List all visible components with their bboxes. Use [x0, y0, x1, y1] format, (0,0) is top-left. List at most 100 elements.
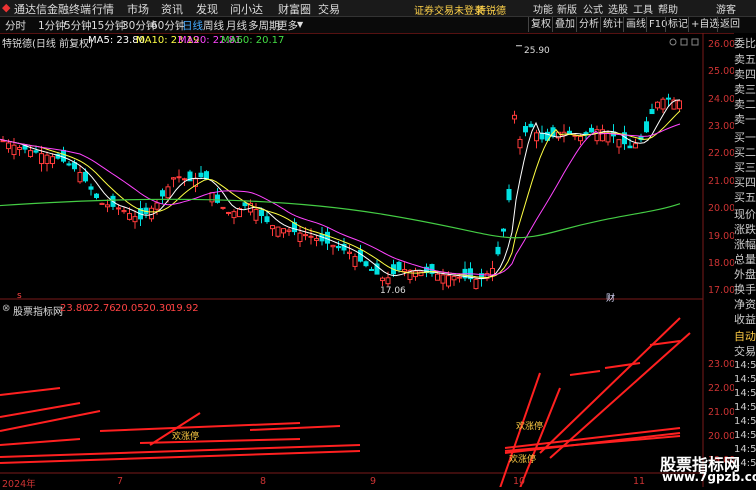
candle-body — [303, 234, 308, 237]
candle-body — [165, 186, 171, 199]
panel-item: 卖二 — [734, 98, 756, 111]
panel-item: 买五 — [734, 191, 756, 204]
x-tick: 9 — [370, 476, 377, 487]
tab-weekly[interactable]: 周线 — [203, 18, 224, 33]
panel-item: 卖一 — [734, 113, 756, 126]
auto-trade-label[interactable]: 自动 — [734, 328, 756, 344]
tab-monthly[interactable]: 月线 — [226, 18, 247, 33]
candle-body — [385, 277, 391, 285]
panel-item: 外盘 — [734, 268, 756, 281]
menu-trade[interactable]: 交易 — [318, 1, 340, 17]
candle-body — [198, 172, 204, 178]
stock-name-tag[interactable]: 特锐德 — [476, 2, 506, 17]
y-tick: 19.00 — [708, 231, 736, 242]
back-button[interactable]: 返回 — [717, 17, 742, 32]
ind-y-tick: 23.00 — [708, 359, 736, 370]
tab-60min[interactable]: 60分钟 — [151, 18, 185, 33]
candle-body — [578, 135, 583, 142]
candle-body — [275, 226, 281, 237]
indicator-line — [0, 387, 61, 396]
menu-discover[interactable]: 发现 — [196, 1, 218, 17]
candle-body — [473, 278, 479, 290]
tab-1min[interactable]: 1分钟 — [38, 18, 66, 33]
indicator-value: 19.92 — [170, 303, 199, 314]
y-tick: 26.00 — [708, 39, 736, 50]
candle-body — [33, 150, 39, 153]
candle-body — [99, 202, 105, 205]
menu-function[interactable]: 功能 — [533, 1, 553, 16]
panel-item: 净资 — [734, 298, 756, 311]
menu-quotes[interactable]: 行情 — [92, 1, 114, 17]
candle-body — [501, 228, 506, 232]
menu-stock-picker[interactable]: 选股 — [608, 1, 628, 16]
indicator-line — [139, 438, 301, 444]
tab-5min[interactable]: 5分钟 — [64, 18, 92, 33]
overlay-button[interactable]: 叠加 — [552, 17, 577, 32]
candle-body — [347, 251, 352, 254]
more-chevron-icon[interactable]: ▼ — [297, 20, 303, 29]
top-menu-bar: ◆ 通达信金融终端 行情 市场 资讯 发现 问小达 财富圈 交易 证券交易未登录… — [0, 0, 756, 17]
y-tick: 18.00 — [708, 258, 736, 269]
trade-time: 14:5 — [734, 360, 756, 371]
indicator-icon[interactable]: ⊗ — [2, 303, 10, 314]
candle-body — [523, 126, 528, 133]
indicator-line — [0, 438, 81, 446]
event-marker-finance[interactable]: 财 — [606, 291, 615, 304]
menu-market[interactable]: 市场 — [127, 1, 149, 17]
panel-item: 涨幅 — [734, 238, 756, 251]
menu-new-version[interactable]: 新版 — [557, 1, 577, 16]
indicator-line — [604, 362, 641, 369]
candle-body — [116, 207, 121, 210]
tab-timeshare[interactable]: 分时 — [5, 18, 26, 33]
login-notice[interactable]: 证券交易未登录 — [414, 2, 484, 17]
menu-help[interactable]: 帮助 — [658, 1, 678, 16]
panel-item: 总量 — [734, 253, 756, 266]
menu-ask[interactable]: 问小达 — [230, 1, 263, 17]
candle-body — [281, 228, 286, 234]
draw-button[interactable]: 画线 — [623, 17, 648, 32]
analysis-button[interactable]: 分析 — [576, 17, 601, 32]
candle-body — [655, 101, 660, 109]
candle-body — [369, 268, 374, 271]
indicator-line — [0, 444, 361, 458]
ma20-line — [0, 123, 681, 276]
candle-body — [330, 244, 336, 248]
user-label[interactable]: 游客 — [716, 1, 736, 16]
indicator-line — [539, 317, 681, 454]
candle-body — [396, 261, 402, 271]
candle-body — [44, 154, 50, 165]
menu-fortune[interactable]: 财富圈 — [278, 1, 311, 17]
menu-news[interactable]: 资讯 — [161, 1, 183, 17]
app-logo-icon: ◆ — [2, 1, 11, 14]
mark-button[interactable]: 标记 — [665, 17, 690, 32]
candle-body — [358, 249, 363, 262]
chart-controls[interactable] — [669, 38, 699, 46]
candle-body — [253, 208, 259, 221]
candle-body — [154, 202, 160, 210]
candle-body — [660, 98, 666, 110]
candle-body — [677, 100, 682, 110]
candle-body — [616, 139, 622, 148]
candle-body — [6, 142, 11, 150]
candle-body — [517, 138, 523, 149]
candle-body — [435, 273, 440, 281]
tab-multi-period[interactable]: 多周期 — [248, 18, 280, 33]
ind-y-tick: 21.00 — [708, 407, 736, 418]
tab-daily[interactable]: 日线 — [182, 18, 203, 33]
candle-body — [121, 210, 127, 213]
menu-tools[interactable]: 工具 — [633, 1, 653, 16]
adjust-button[interactable]: 复权 — [528, 17, 553, 32]
candle-body — [649, 109, 655, 115]
ma60-line — [0, 198, 681, 239]
menu-formula[interactable]: 公式 — [583, 1, 603, 16]
y-tick: 25.00 — [708, 66, 736, 77]
tab-more[interactable]: 更多 — [277, 18, 298, 33]
trade-time: 14:5 — [734, 388, 756, 399]
tab-15min[interactable]: 15分钟 — [91, 18, 125, 33]
stats-button[interactable]: 统计 — [600, 17, 625, 32]
candle-body — [39, 153, 44, 165]
event-marker-s[interactable]: s — [17, 291, 22, 301]
candle-body — [61, 149, 66, 162]
kline-chart[interactable] — [0, 33, 735, 487]
candle-body — [567, 130, 572, 135]
